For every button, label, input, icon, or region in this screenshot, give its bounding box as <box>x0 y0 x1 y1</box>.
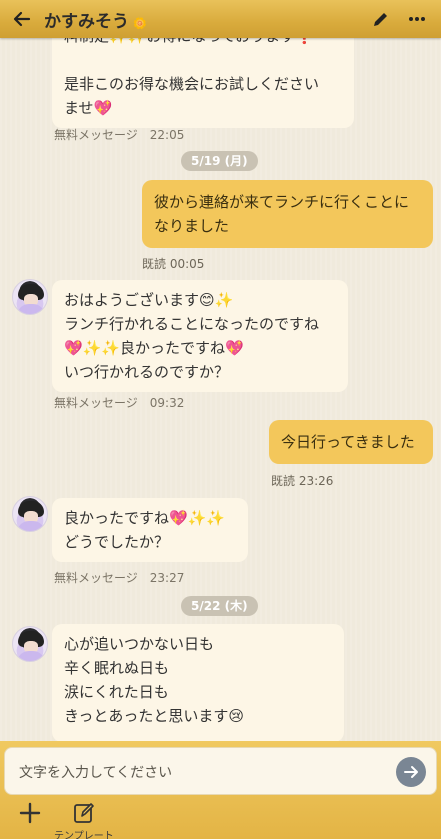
contact-name: かすみそう <box>44 11 129 32</box>
pencil-icon <box>374 13 387 26</box>
message-input[interactable]: 文字を入力してください <box>4 747 437 795</box>
message-bubble-incoming: 心が追いつかない日も 辛く眠れぬ日も 涙にくれた日も きっとあったと思います😢 <box>52 624 344 741</box>
contact-avatar[interactable] <box>12 626 48 662</box>
message-bubble-incoming: おはようございます😊✨ ランチ行かれることになったのですね 💖✨✨良かったですね… <box>52 280 348 392</box>
contact-avatar[interactable] <box>12 496 48 532</box>
more-menu-button[interactable] <box>399 0 435 38</box>
message-meta: 無料メッセージ 23:27 <box>54 571 185 585</box>
more-dots-icon <box>409 17 425 21</box>
message-meta: 無料メッセージ 22:05 <box>54 128 185 142</box>
send-button[interactable] <box>396 757 426 787</box>
back-arrow-icon <box>13 11 31 27</box>
title-decoration: 🌼 <box>133 16 147 30</box>
template-label: テンプレート <box>54 831 114 839</box>
date-separator: 5/19 (月) <box>181 151 258 171</box>
add-attachment-button[interactable] <box>18 801 42 825</box>
template-button[interactable]: テンプレート <box>54 801 114 839</box>
read-receipt: 既読 00:05 <box>142 257 205 271</box>
input-placeholder: 文字を入力してください <box>19 765 173 781</box>
message-composer: 文字を入力してください テンプレート <box>0 741 441 839</box>
message-meta: 無料メッセージ 09:32 <box>54 396 185 410</box>
read-receipt: 既読 23:26 <box>271 474 334 488</box>
chat-title: かすみそう 🌼 <box>44 7 363 32</box>
plus-icon <box>19 802 41 824</box>
message-bubble-incoming: 良かったですね💖✨✨ どうでしたか？ <box>52 498 248 562</box>
back-button[interactable] <box>0 0 44 38</box>
message-bubble-outgoing: 彼から連絡が来てランチに行くことに なりました <box>142 180 433 248</box>
date-separator: 5/22 (木) <box>181 596 258 616</box>
chat-log[interactable]: 料制定✨✨お得になっております❗ 是非このお得な機会にお試しください ませ💖 無… <box>0 38 441 741</box>
edit-button[interactable] <box>363 0 399 38</box>
message-bubble-incoming: 料制定✨✨お得になっております❗ 是非このお得な機会にお試しください ませ💖 <box>52 38 354 128</box>
send-arrow-icon <box>404 766 418 778</box>
message-bubble-outgoing: 今日行ってきました <box>269 420 433 464</box>
contact-avatar[interactable] <box>12 279 48 315</box>
chat-header: かすみそう 🌼 <box>0 0 441 38</box>
edit-template-icon <box>73 803 94 823</box>
